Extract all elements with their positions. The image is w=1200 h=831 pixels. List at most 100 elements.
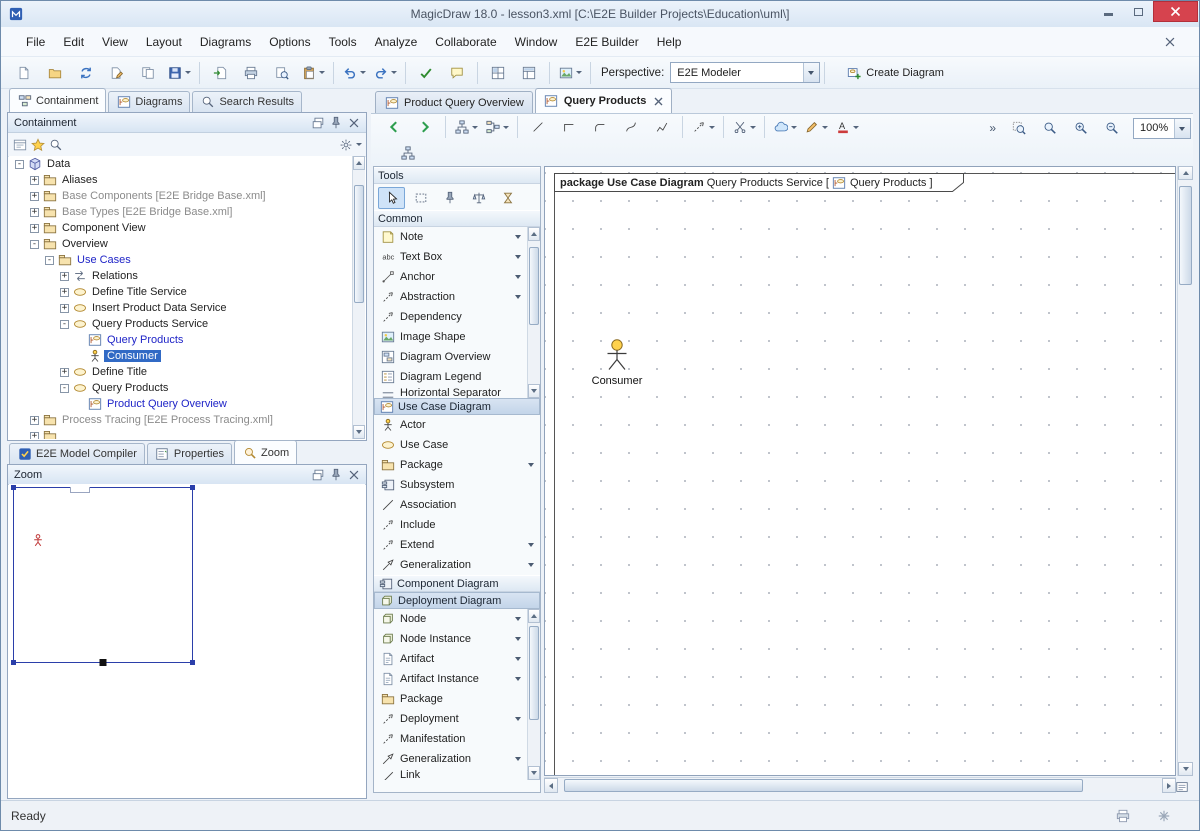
tree-item-relations[interactable]: +Relations: [9, 268, 352, 284]
tree-item-query-products-service[interactable]: -Query Products Service: [9, 316, 352, 332]
float-panel-icon[interactable]: [310, 115, 326, 130]
expander-plus-icon[interactable]: +: [60, 288, 69, 297]
menu-window[interactable]: Window: [506, 32, 567, 52]
menu-layout[interactable]: Layout: [137, 32, 191, 52]
tab-diagrams[interactable]: Diagrams: [108, 91, 190, 112]
toolbar-numbered-layout-button[interactable]: [514, 60, 544, 86]
menu-tools[interactable]: Tools: [320, 32, 366, 52]
palette-scrollbar[interactable]: [527, 609, 540, 780]
scroll-up-icon[interactable]: [1178, 166, 1193, 180]
toolbar-import-document-button[interactable]: [205, 60, 235, 86]
consumer-actor-node[interactable]: Consumer: [587, 339, 647, 387]
palette-item-dependency[interactable]: Dependency: [374, 307, 527, 327]
tree-item-base-types-e2e-bridge-base-xml[interactable]: +Base Types [E2E Bridge Base.xml]: [9, 204, 352, 220]
combo-arrow-icon[interactable]: [803, 63, 819, 82]
resize-handle[interactable]: [190, 485, 195, 490]
dropdown-arrow-icon[interactable]: [515, 275, 521, 279]
palette-scrollbar-track[interactable]: [528, 241, 540, 384]
create-diagram-button[interactable]: Create Diagram: [837, 61, 953, 84]
close-tab-icon[interactable]: [654, 97, 663, 106]
dropdown-arrow-icon[interactable]: [515, 677, 521, 681]
expander-minus-icon[interactable]: -: [30, 240, 39, 249]
expander-minus-icon[interactable]: -: [45, 256, 54, 265]
toolbar-validate-button[interactable]: [411, 60, 441, 86]
dropdown-arrow-icon[interactable]: [515, 717, 521, 721]
pin-panel-icon[interactable]: [328, 115, 344, 130]
zoom-in-button[interactable]: [1066, 115, 1096, 141]
toolbar-redo-button[interactable]: [370, 60, 400, 86]
dropdown-arrow-icon[interactable]: [319, 71, 325, 74]
close-panel-icon[interactable]: [346, 467, 362, 482]
palette-item-abstraction[interactable]: Abstraction: [374, 287, 527, 307]
palette-scrollbar-thumb[interactable]: [529, 247, 539, 326]
scroll-right-icon[interactable]: [1162, 778, 1176, 793]
scroll-down-icon[interactable]: [1178, 762, 1193, 776]
diagram-line-zigzag-button[interactable]: [647, 114, 677, 140]
tree-item-process-tracing-e2e-process-tracing-xml[interactable]: +Process Tracing [E2E Process Tracing.xm…: [9, 412, 352, 428]
diagram-hierarchy-map-button[interactable]: [393, 140, 423, 166]
palette-item-generalization[interactable]: Generalization: [374, 749, 527, 769]
dropdown-arrow-icon[interactable]: [528, 463, 534, 467]
background-task-icon[interactable]: [1156, 808, 1171, 823]
expander-plus-icon[interactable]: +: [30, 416, 39, 425]
palette-scrollbar-up-icon[interactable]: [528, 227, 540, 241]
zoom-out-button[interactable]: [1097, 115, 1127, 141]
palette-scrollbar-track[interactable]: [528, 623, 540, 766]
dropdown-arrow-icon[interactable]: [391, 71, 397, 74]
palette-section-common[interactable]: Common: [374, 210, 540, 227]
combo-arrow-icon[interactable]: [1174, 119, 1190, 138]
diagram-pencil-tool-button[interactable]: [801, 114, 831, 140]
expander-plus-icon[interactable]: +: [30, 208, 39, 217]
palette-item-diagram-legend[interactable]: Diagram Legend: [374, 367, 527, 387]
dropdown-arrow-icon[interactable]: [822, 126, 828, 129]
expander-plus-icon[interactable]: +: [30, 432, 39, 440]
palette-section-component-diagram[interactable]: Component Diagram: [374, 575, 540, 592]
tree-item-base-components-e2e-bridge-base-xml[interactable]: +Base Components [E2E Bridge Base.xml]: [9, 188, 352, 204]
dropdown-arrow-icon[interactable]: [515, 617, 521, 621]
balance-tool-button[interactable]: [465, 187, 492, 209]
resize-handle[interactable]: [11, 485, 16, 490]
toolbar-print-button[interactable]: [236, 60, 266, 86]
menu-options[interactable]: Options: [260, 32, 319, 52]
toolbar-grid-layout-button[interactable]: [483, 60, 513, 86]
tab-search-results[interactable]: Search Results: [192, 91, 302, 112]
expander-plus-icon[interactable]: +: [60, 304, 69, 313]
tree-item-aliases[interactable]: +Aliases: [9, 172, 352, 188]
sticky-tool-button[interactable]: [436, 187, 463, 209]
palette-item-actor[interactable]: Actor: [374, 415, 540, 435]
canvas-vertical-scrollbar[interactable]: [1177, 166, 1193, 776]
tree-view-icon[interactable]: [12, 137, 27, 152]
float-panel-icon[interactable]: [310, 467, 326, 482]
palette-item-anchor[interactable]: Anchor: [374, 267, 527, 287]
scrollbar-track[interactable]: [1178, 180, 1193, 762]
tree-item-overview[interactable]: -Overview: [9, 236, 352, 252]
dropdown-arrow-icon[interactable]: [576, 71, 582, 74]
toolbar-save-button[interactable]: [164, 60, 194, 86]
palette-item-package[interactable]: Package: [374, 689, 527, 709]
diagram-font-color-tool-button[interactable]: A: [832, 114, 862, 140]
zoom-reset-button[interactable]: [1035, 115, 1065, 141]
toolbar-export-image-button[interactable]: [555, 60, 585, 86]
palette-item-artifact-instance[interactable]: Artifact Instance: [374, 669, 527, 689]
sort-tool-button[interactable]: [494, 187, 521, 209]
palette-item-deployment[interactable]: Deployment: [374, 709, 527, 729]
tab-zoom[interactable]: Zoom: [234, 440, 297, 464]
palette-item-subsystem[interactable]: Subsystem: [374, 475, 540, 495]
zoom-level-combo[interactable]: 100%: [1133, 118, 1191, 139]
dropdown-arrow-icon[interactable]: [185, 71, 191, 74]
dropdown-arrow-icon[interactable]: [791, 126, 797, 129]
dropdown-arrow-icon[interactable]: [503, 126, 509, 129]
close-panel-icon[interactable]: [346, 115, 362, 130]
palette-item-manifestation[interactable]: Manifestation: [374, 729, 527, 749]
resize-handle[interactable]: [190, 660, 195, 665]
toolbar-comment-button[interactable]: [442, 60, 472, 86]
toolbar-copy-document-button[interactable]: [133, 60, 163, 86]
maximize-button[interactable]: [1123, 1, 1153, 22]
diagram-dependency-tool-button[interactable]: [688, 114, 718, 140]
palette-item-use-case[interactable]: Use Case: [374, 435, 540, 455]
tab-containment[interactable]: Containment: [9, 88, 106, 112]
diagram-line-curved-button[interactable]: [616, 114, 646, 140]
zoom-viewport-frame[interactable]: [13, 487, 193, 663]
tree-item-product-query-overview[interactable]: Product Query Overview: [9, 396, 352, 412]
tree-item-partial[interactable]: +: [9, 428, 352, 439]
